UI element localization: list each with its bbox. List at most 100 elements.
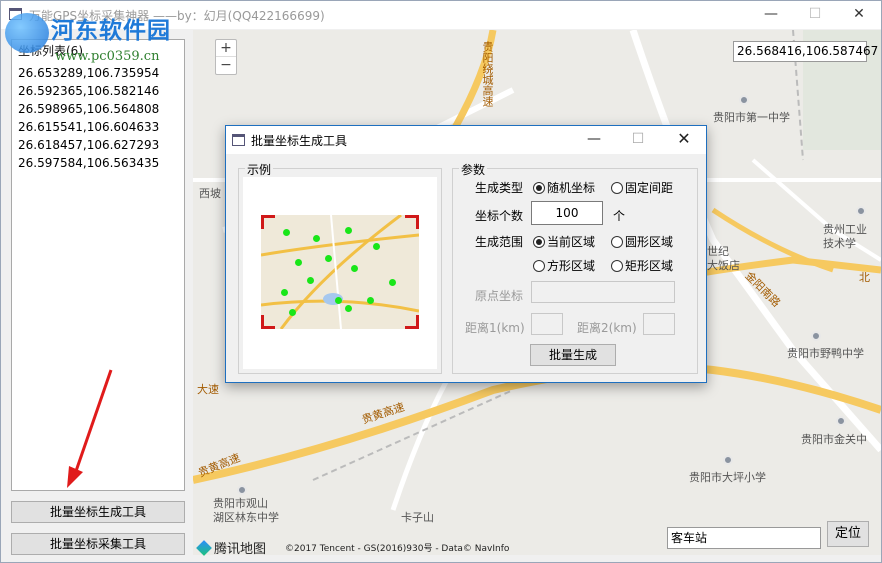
road-label-north: 北 [859, 271, 870, 284]
range-rect-label: 矩形区域 [625, 259, 674, 273]
poi-label-shiji-hotel: 世纪 大饭店 [707, 245, 740, 272]
zoom-in-button[interactable]: + [216, 40, 236, 57]
example-corner-marker [261, 215, 275, 229]
watermark: 河东软件园 www.pc0359.cn [5, 5, 215, 69]
list-item[interactable]: 26.618457,106.627293 [18, 136, 159, 154]
locate-button[interactable]: 定位 [827, 521, 869, 547]
params-group-title: 参数 [459, 161, 488, 178]
watermark-title: 河东软件园 [51, 17, 171, 44]
list-item[interactable]: 26.597584,106.563435 [18, 154, 159, 172]
example-point [345, 305, 352, 312]
dialog-title-bar: 批量坐标生成工具 — ☐ ✕ [226, 126, 706, 154]
poi-label-dapingzi: 贵阳市大坪小学 [689, 471, 766, 484]
example-map-image [261, 215, 419, 329]
radio-checked-icon [533, 182, 545, 194]
range-circle-label: 圆形区域 [625, 235, 674, 249]
distance1-input[interactable] [531, 313, 563, 335]
example-point [335, 297, 342, 304]
gen-type-fixed-radio[interactable]: 固定间距 [611, 179, 673, 196]
count-label: 坐标个数 [475, 209, 524, 223]
example-group: 示例 [238, 161, 442, 374]
example-point [295, 259, 302, 266]
range-current-label: 当前区域 [547, 235, 596, 249]
dialog-title: 批量坐标生成工具 [251, 134, 348, 148]
poi-label-jinguan: 贵阳市金关中 [801, 433, 867, 446]
example-group-title: 示例 [245, 161, 274, 178]
example-corner-marker [405, 215, 419, 229]
range-circle-radio[interactable]: 圆形区域 [611, 233, 673, 250]
poi-icon [811, 331, 821, 341]
poi-label-guanshanhu: 贵阳市观山 湖区林东中学 [213, 497, 279, 524]
example-point [325, 255, 332, 262]
list-item[interactable]: 26.615541,106.604633 [18, 118, 159, 136]
dialog-close-button[interactable]: ✕ [662, 126, 706, 154]
poi-icon [739, 95, 749, 105]
coordinate-readout: 26.568416,106.587467 [733, 41, 878, 62]
poi-icon [836, 416, 846, 426]
list-item[interactable]: 26.598965,106.564808 [18, 100, 159, 118]
example-point [307, 277, 314, 284]
count-input[interactable]: 100 [531, 201, 603, 225]
list-item[interactable]: 26.592365,106.582146 [18, 82, 159, 100]
maximize-button[interactable]: ☐ [793, 1, 837, 29]
radio-unchecked-icon [611, 236, 623, 248]
poi-icon [723, 455, 733, 465]
road-label-dasu: 大速 [197, 383, 219, 396]
example-point [351, 265, 358, 272]
poi-label-yeyazi: 贵阳市野鸭中学 [787, 347, 864, 360]
range-square-radio[interactable]: 方形区域 [533, 257, 595, 274]
map-copyright: ©2017 Tencent - GS(2016)930号 - Data© Nav… [285, 544, 510, 554]
poi-icon [856, 206, 866, 216]
distance2-input[interactable] [643, 313, 675, 335]
distance2-label: 距离2(km) [577, 321, 637, 335]
radio-checked-icon [533, 236, 545, 248]
map-label-xipo: 西坡 [199, 187, 221, 200]
range-current-radio[interactable]: 当前区域 [533, 233, 595, 250]
gen-type-random-label: 随机坐标 [547, 181, 596, 195]
batch-generate-tool-button[interactable]: 批量坐标生成工具 [11, 501, 185, 523]
example-point [367, 297, 374, 304]
gen-type-fixed-label: 固定间距 [625, 181, 674, 195]
example-point [283, 229, 290, 236]
map-label-kazishan: 卡子山 [401, 511, 434, 524]
radio-unchecked-icon [611, 182, 623, 194]
tencent-map-logo-icon [196, 540, 212, 556]
gen-type-random-radio[interactable]: 随机坐标 [533, 179, 595, 196]
location-search-input[interactable]: 客车站 [667, 527, 821, 549]
example-corner-marker [405, 315, 419, 329]
example-point [281, 289, 288, 296]
main-window: 万能GPS坐标采集神器 ——by：幻月(QQ422166699) — ☐ ✕ 坐… [0, 0, 882, 563]
map-logo-text: 腾讯地图 [214, 542, 267, 557]
dialog-minimize-button[interactable]: — [572, 126, 616, 154]
watermark-url: www.pc0359.cn [55, 49, 160, 64]
example-point [313, 235, 320, 242]
zoom-control: + − [215, 39, 237, 75]
dialog-maximize-button[interactable]: ☐ [616, 126, 660, 154]
origin-label: 原点坐标 [475, 289, 524, 303]
annotation-arrow-icon [67, 369, 113, 488]
coordinate-list-items: 26.653289,106.735954 26.592365,106.58214… [18, 64, 159, 172]
distance1-label: 距离1(km) [465, 321, 525, 335]
road-label-ring-highway: 贵阳绕城高速 [481, 41, 494, 107]
minimize-button[interactable]: — [749, 1, 793, 29]
radio-unchecked-icon [533, 260, 545, 272]
close-button[interactable]: ✕ [837, 1, 881, 29]
example-point [373, 243, 380, 250]
dialog-window-icon [232, 134, 245, 146]
watermark-logo [5, 13, 49, 53]
zoom-out-button[interactable]: − [216, 57, 236, 74]
poi-icon [237, 485, 247, 495]
range-label: 生成范围 [475, 235, 524, 249]
range-square-label: 方形区域 [547, 259, 596, 273]
origin-input[interactable] [531, 281, 675, 303]
batch-generate-button[interactable]: 批量生成 [530, 344, 616, 366]
example-corner-marker [261, 315, 275, 329]
radio-unchecked-icon [611, 260, 623, 272]
batch-collect-tool-button[interactable]: 批量坐标采集工具 [11, 533, 185, 555]
example-point [289, 309, 296, 316]
count-unit: 个 [613, 209, 626, 223]
poi-label-gzut: 贵州工业 技术学 [823, 223, 867, 250]
example-point [389, 279, 396, 286]
range-rect-radio[interactable]: 矩形区域 [611, 257, 673, 274]
example-preview [243, 177, 437, 369]
